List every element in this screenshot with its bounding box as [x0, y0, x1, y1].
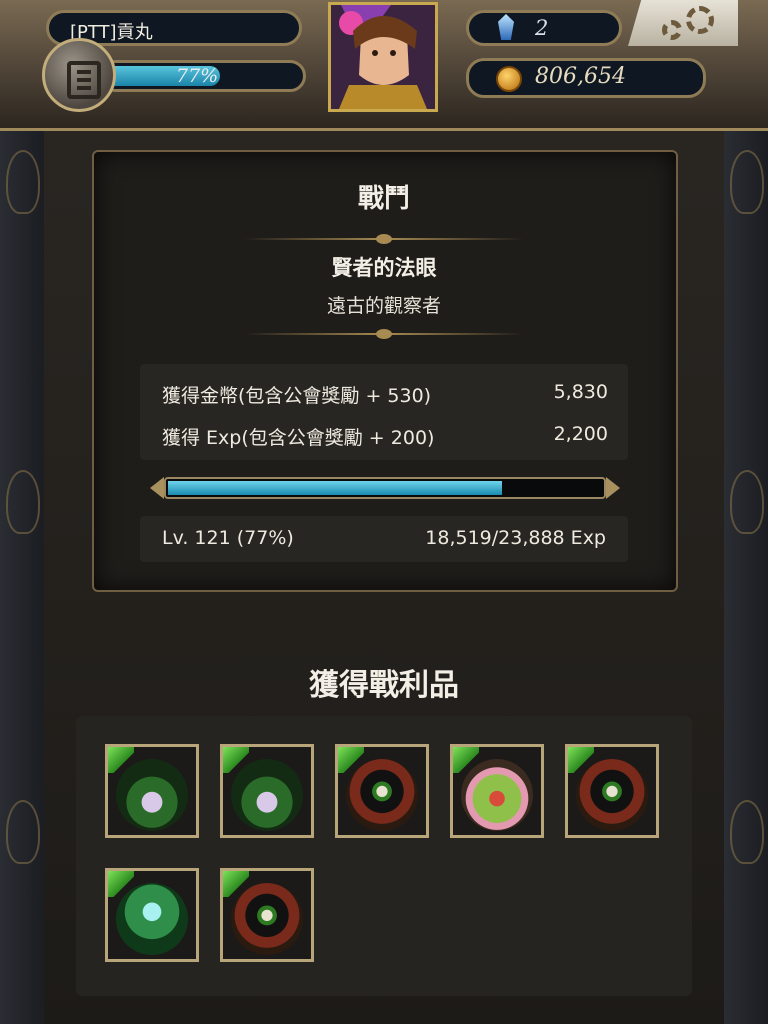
menu-button[interactable]	[42, 38, 116, 112]
wood-element-icon	[223, 871, 249, 897]
coin-count: 806,654	[535, 64, 626, 89]
exp-reward-row: 獲得 Exp(包含公會獎勵 + 200) 2,200	[162, 423, 608, 450]
wood-element-icon	[223, 747, 249, 773]
stage-subtitle: 遠古的觀察者	[326, 295, 441, 317]
level-progress-fill	[168, 481, 503, 495]
player-exp-percent: 77%	[176, 65, 219, 87]
exp-reward-label: 獲得 Exp(包含公會獎勵 + 200)	[162, 427, 435, 449]
scroll-ornament-icon	[730, 800, 764, 864]
bar-cap-left-icon	[150, 477, 164, 499]
gear-icon	[686, 6, 714, 34]
stage-name: 賢者的法眼	[331, 256, 437, 280]
loot-vine-card[interactable]	[220, 744, 314, 838]
wood-element-icon	[108, 747, 134, 773]
scroll-ornament-icon	[730, 470, 764, 534]
loot-toad-card[interactable]	[450, 744, 544, 838]
wood-element-icon	[568, 747, 594, 773]
right-ornament	[720, 0, 768, 1024]
divider-ornament	[244, 329, 524, 339]
coin-reward-value: 5,830	[553, 381, 608, 403]
settings-button[interactable]	[628, 0, 738, 46]
avatar-portrait-icon	[331, 5, 435, 109]
coin-reward-row: 獲得金幣(包含公會獎勵 + 530) 5,830	[162, 381, 608, 408]
loot-hat-eye-card[interactable]	[220, 868, 314, 962]
loot-title: 獲得戰利品	[309, 668, 459, 703]
gem-count: 2	[535, 16, 549, 40]
level-label: Lv. 121 (77%)	[162, 527, 294, 549]
left-ornament	[0, 0, 48, 1024]
battle-title: 戰鬥	[357, 184, 410, 214]
wood-element-icon	[108, 871, 134, 897]
exp-reward-value: 2,200	[553, 423, 608, 445]
divider-ornament	[244, 234, 524, 244]
gear-small-icon	[662, 20, 682, 40]
wood-element-icon	[338, 747, 364, 773]
exp-total: 18,519/23,888 Exp	[425, 527, 606, 549]
loot-hat-eye-card[interactable]	[335, 744, 429, 838]
loot-hat-eye-card[interactable]	[565, 744, 659, 838]
scroll-ornament-icon	[6, 470, 40, 534]
coin-icon	[496, 66, 522, 92]
level-progress-bar	[150, 474, 620, 504]
level-progress-track	[164, 477, 606, 499]
loot-vine-card[interactable]	[105, 744, 199, 838]
scroll-ornament-icon	[6, 800, 40, 864]
menu-book-icon	[67, 61, 101, 99]
wood-element-icon	[453, 747, 479, 773]
loot-ghost-card[interactable]	[105, 868, 199, 962]
bar-cap-right-icon	[606, 477, 620, 499]
player-avatar[interactable]	[328, 2, 438, 112]
coin-reward-label: 獲得金幣(包含公會獎勵 + 530)	[162, 385, 432, 407]
